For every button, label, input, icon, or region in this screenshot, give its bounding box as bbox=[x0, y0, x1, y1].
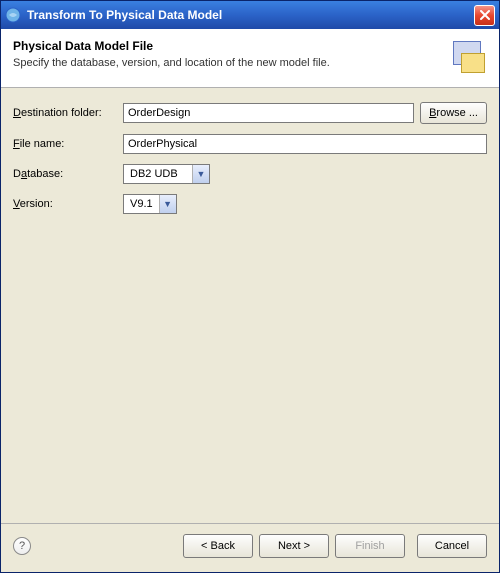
version-select[interactable]: V9.1 ▼ bbox=[123, 194, 177, 214]
header-panel: Physical Data Model File Specify the dat… bbox=[1, 29, 499, 88]
content-area: DDestination folder:estination folder: B… bbox=[1, 88, 499, 523]
help-button[interactable]: ? bbox=[13, 537, 31, 555]
row-database: Database: DB2 UDB ▼ bbox=[13, 164, 487, 184]
footer: ? < Back Next > Finish Cancel bbox=[1, 523, 499, 572]
close-button[interactable] bbox=[474, 5, 495, 26]
wizard-banner-icon bbox=[445, 39, 487, 77]
version-label: Version: bbox=[13, 198, 123, 210]
row-version: Version: V9.1 ▼ bbox=[13, 194, 487, 214]
finish-button: Finish bbox=[335, 534, 405, 558]
chevron-down-icon: ▼ bbox=[159, 195, 176, 213]
chevron-down-icon: ▼ bbox=[192, 165, 209, 183]
database-selected: DB2 UDB bbox=[124, 168, 192, 180]
dialog-window: Transform To Physical Data Model Physica… bbox=[0, 0, 500, 573]
filename-label: File name: bbox=[13, 138, 123, 150]
browse-button[interactable]: Browse ... bbox=[420, 102, 487, 124]
header-text: Physical Data Model File Specify the dat… bbox=[13, 39, 330, 69]
back-button[interactable]: < Back bbox=[183, 534, 253, 558]
filename-input[interactable] bbox=[123, 134, 487, 154]
database-label: Database: bbox=[13, 168, 123, 180]
row-destination: DDestination folder:estination folder: B… bbox=[13, 102, 487, 124]
app-icon bbox=[5, 7, 21, 23]
database-select[interactable]: DB2 UDB ▼ bbox=[123, 164, 210, 184]
page-subtitle: Specify the database, version, and locat… bbox=[13, 57, 330, 69]
titlebar: Transform To Physical Data Model bbox=[1, 1, 499, 29]
version-selected: V9.1 bbox=[124, 198, 159, 210]
page-title: Physical Data Model File bbox=[13, 39, 330, 53]
destination-label: DDestination folder:estination folder: bbox=[13, 107, 123, 119]
next-button[interactable]: Next > bbox=[259, 534, 329, 558]
window-title: Transform To Physical Data Model bbox=[27, 8, 474, 22]
row-filename: File name: bbox=[13, 134, 487, 154]
destination-input[interactable] bbox=[123, 103, 414, 123]
cancel-button[interactable]: Cancel bbox=[417, 534, 487, 558]
